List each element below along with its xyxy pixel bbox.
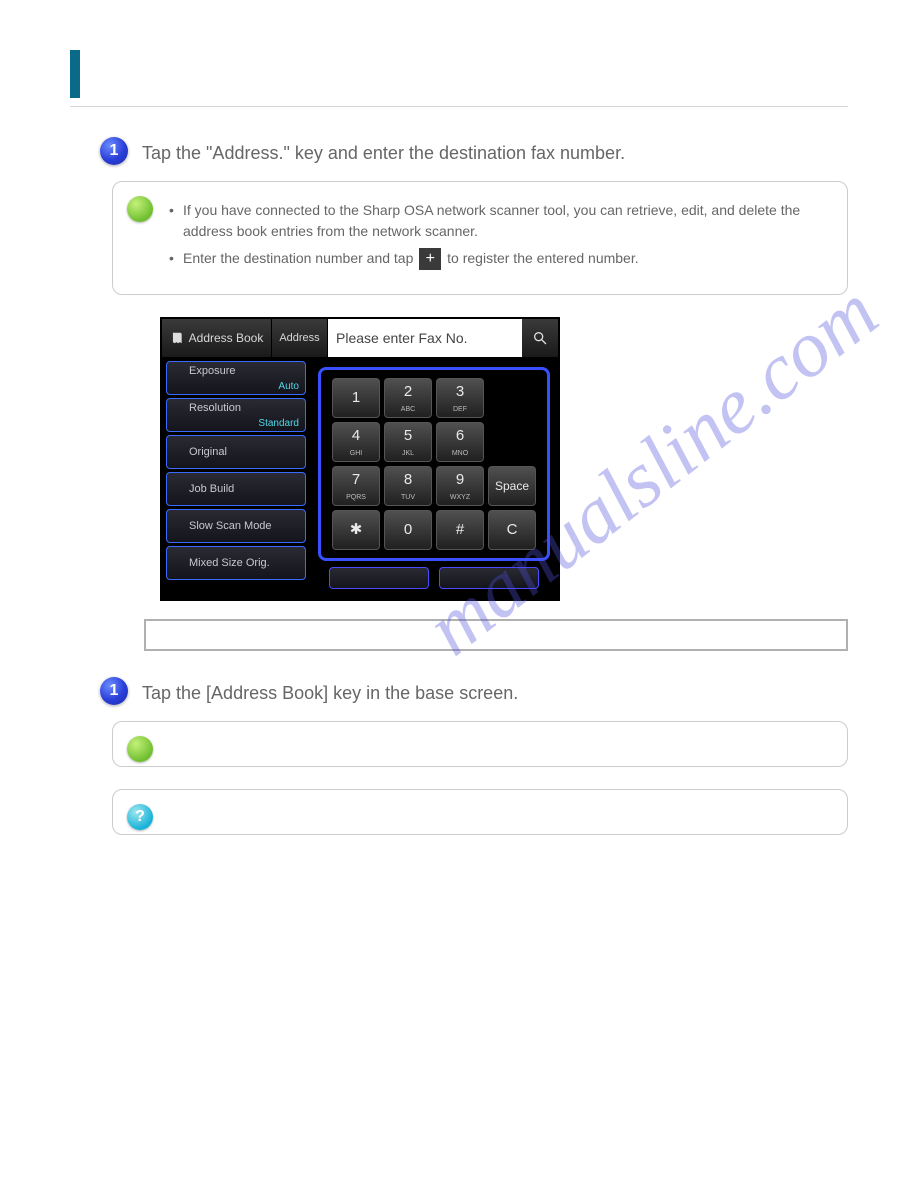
option-job-build[interactable]: Job Build [166,472,306,506]
tip-item-1: If you have connected to the Sharp OSA n… [169,200,829,242]
note-box [144,619,848,651]
key-hash[interactable]: # [436,510,484,550]
jobbuild-icon [173,483,185,495]
key-5[interactable]: 5JKL [384,422,432,462]
exposure-icon [173,365,185,377]
key-3[interactable]: 3DEF [436,378,484,418]
key-9[interactable]: 9WXYZ [436,466,484,506]
tip-icon [127,736,153,762]
step-number-badge: 1 [100,137,128,165]
step-1-text: Tap the "Address." key and enter the des… [142,137,625,167]
slowscan-icon [173,520,185,532]
search-icon [532,330,548,346]
tip-icon [127,196,153,222]
key-clear[interactable]: C [488,510,536,550]
address-book-button[interactable]: Address Book [162,319,272,357]
mixed-icon [173,557,185,569]
step-1: 1 Tap the "Address." key and enter the d… [100,137,848,167]
page-title [80,50,848,58]
help-icon [127,804,153,830]
book-icon [170,331,184,345]
option-mixed-size[interactable]: Mixed Size Orig. [166,546,306,580]
step-2: 1 Tap the [Address Book] key in the base… [100,677,848,707]
key-6[interactable]: 6MNO [436,422,484,462]
option-original[interactable]: Original [166,435,306,469]
fax-bottom-button-2[interactable] [439,567,539,589]
key-star[interactable]: ✱ [332,510,380,550]
step-number-badge: 1 [100,677,128,705]
key-8[interactable]: 8TUV [384,466,432,506]
numeric-keypad: 1 2ABC 3DEF 4GHI 5JKL 6MNO 7PQRS 8TUV 9W… [318,367,550,561]
key-0[interactable]: 0 [384,510,432,550]
plus-icon: + [419,248,441,270]
fax-bottom-button-1[interactable] [329,567,429,589]
key-1[interactable]: 1 [332,378,380,418]
key-space[interactable]: Space [488,466,536,506]
step-2-text: Tap the [Address Book] key in the base s… [142,677,518,707]
address-tab[interactable]: Address [272,319,328,357]
option-exposure[interactable]: Exposure Auto [166,361,306,395]
fax-bottom-buttons [318,561,550,595]
tip-item-2: Enter the destination number and tap + t… [169,248,829,270]
fax-number-input[interactable]: Please enter Fax No. [328,319,522,357]
header-divider [70,106,848,107]
original-icon [173,446,185,458]
option-resolution[interactable]: Resolution Standard [166,398,306,432]
option-slow-scan[interactable]: Slow Scan Mode [166,509,306,543]
key-2[interactable]: 2ABC [384,378,432,418]
search-button[interactable] [522,319,558,357]
key-7[interactable]: 7PQRS [332,466,380,506]
page-header [70,50,848,98]
key-4[interactable]: 4GHI [332,422,380,462]
fax-options-list: Exposure Auto Resolution Standard Origin… [162,357,310,599]
fax-touch-panel: Address Book Address Please enter Fax No… [160,317,560,601]
reference-box [112,789,848,835]
tip-box-2 [112,721,848,767]
tip-box-1: If you have connected to the Sharp OSA n… [112,181,848,295]
resolution-icon [173,402,185,414]
